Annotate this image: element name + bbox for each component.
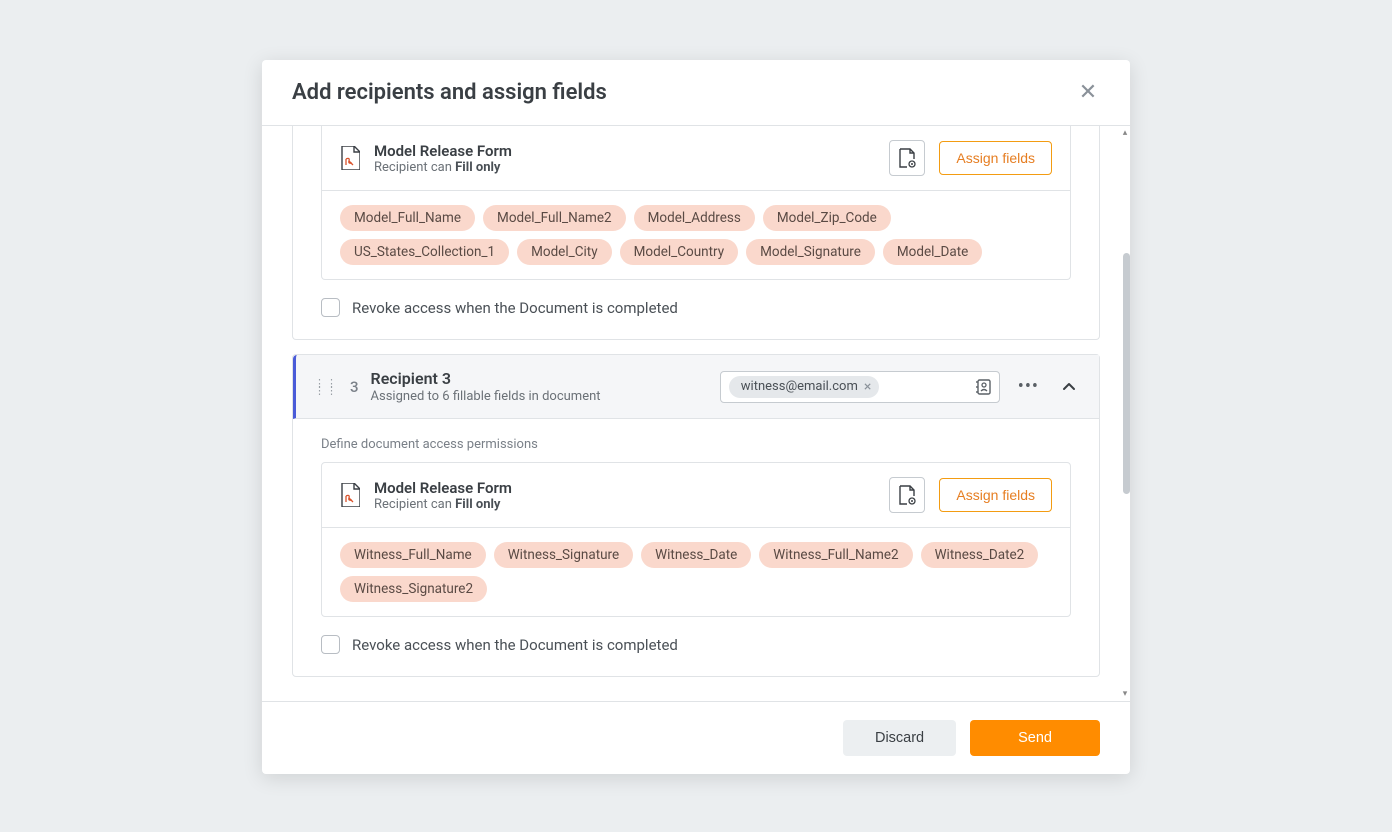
field-tags-row: Witness_Full_Name Witness_Signature Witn… xyxy=(322,527,1070,616)
document-title: Model Release Form xyxy=(374,142,875,160)
field-tag[interactable]: Witness_Date2 xyxy=(921,542,1039,568)
field-tag[interactable]: Model_Full_Name2 xyxy=(483,205,626,231)
preview-document-button[interactable] xyxy=(889,140,925,176)
scrollbar-thumb[interactable] xyxy=(1123,253,1130,495)
field-tag[interactable]: Model_Country xyxy=(620,239,739,265)
field-tag[interactable]: Model_Date xyxy=(883,239,982,265)
recipient-card: ⋮⋮⋮⋮ 3 Recipient 3 Assigned to 6 fillabl… xyxy=(292,354,1100,677)
recipient-card-body: Define document access permissions Model… xyxy=(293,419,1099,676)
field-tag[interactable]: US_States_Collection_1 xyxy=(340,239,509,265)
document-box: Model Release Form Recipient can Fill on… xyxy=(321,126,1071,280)
field-tags-row: Model_Full_Name Model_Full_Name2 Model_A… xyxy=(322,190,1070,279)
document-info: Model Release Form Recipient can Fill on… xyxy=(374,479,875,512)
field-tag[interactable]: Witness_Date xyxy=(641,542,751,568)
revoke-access-row: Revoke access when the Document is compl… xyxy=(321,635,1071,654)
collapse-button[interactable] xyxy=(1057,375,1081,399)
field-tag[interactable]: Model_Zip_Code xyxy=(763,205,891,231)
modal-dialog: Add recipients and assign fields ✕ ▴ ▾ xyxy=(262,60,1130,774)
modal-footer: Discard Send xyxy=(262,701,1130,774)
field-tag[interactable]: Model_Full_Name xyxy=(340,205,475,231)
email-input[interactable]: witness@email.com × xyxy=(720,371,1000,403)
document-subtitle: Recipient can Fill only xyxy=(374,497,875,512)
discard-button[interactable]: Discard xyxy=(843,720,956,756)
scroll-up-icon[interactable]: ▴ xyxy=(1120,128,1130,138)
chevron-up-icon xyxy=(1061,379,1077,395)
close-icon: ✕ xyxy=(1079,80,1097,105)
recipient-subtitle: Assigned to 6 fillable fields in documen… xyxy=(371,389,601,404)
more-icon: ••• xyxy=(1018,376,1039,397)
field-tag[interactable]: Witness_Full_Name2 xyxy=(759,542,912,568)
revoke-checkbox[interactable] xyxy=(321,635,340,654)
document-box: Model Release Form Recipient can Fill on… xyxy=(321,462,1071,617)
document-gear-icon xyxy=(899,148,916,168)
recipient-number: 3 xyxy=(350,378,359,396)
preview-document-button[interactable] xyxy=(889,477,925,513)
revoke-access-row: Revoke access when the Document is compl… xyxy=(321,298,1071,317)
document-header: Model Release Form Recipient can Fill on… xyxy=(322,463,1070,527)
revoke-checkbox[interactable] xyxy=(321,298,340,317)
close-button[interactable]: ✕ xyxy=(1076,81,1100,105)
remove-email-icon[interactable]: × xyxy=(864,379,871,395)
modal-header: Add recipients and assign fields ✕ xyxy=(262,60,1130,126)
address-book-icon[interactable] xyxy=(975,379,991,395)
field-tag[interactable]: Witness_Signature2 xyxy=(340,576,487,602)
recipient-info: Recipient 3 Assigned to 6 fillable field… xyxy=(371,369,601,404)
drag-handle-icon[interactable]: ⋮⋮⋮⋮ xyxy=(314,380,338,394)
field-tag[interactable]: Model_Address xyxy=(634,205,755,231)
assign-fields-button[interactable]: Assign fields xyxy=(939,478,1052,512)
recipient-card: Model Release Form Recipient can Fill on… xyxy=(292,126,1100,340)
assign-fields-button[interactable]: Assign fields xyxy=(939,141,1052,175)
field-tag[interactable]: Model_City xyxy=(517,239,612,265)
pdf-file-icon xyxy=(340,483,360,507)
field-tag[interactable]: Witness_Full_Name xyxy=(340,542,486,568)
document-header: Model Release Form Recipient can Fill on… xyxy=(322,126,1070,190)
more-options-button[interactable]: ••• xyxy=(1012,372,1045,401)
permissions-label: Define document access permissions xyxy=(321,437,1071,452)
revoke-label: Revoke access when the Document is compl… xyxy=(352,636,678,654)
modal-body[interactable]: ▴ ▾ Model Release Form Recipient xyxy=(262,126,1130,701)
modal-title: Add recipients and assign fields xyxy=(292,80,607,105)
scrollbar[interactable]: ▴ ▾ xyxy=(1122,126,1130,701)
document-info: Model Release Form Recipient can Fill on… xyxy=(374,142,875,175)
revoke-label: Revoke access when the Document is compl… xyxy=(352,299,678,317)
field-tag[interactable]: Model_Signature xyxy=(746,239,875,265)
document-title: Model Release Form xyxy=(374,479,875,497)
recipient-card-body: Model Release Form Recipient can Fill on… xyxy=(293,126,1099,339)
send-button[interactable]: Send xyxy=(970,720,1100,756)
document-subtitle: Recipient can Fill only xyxy=(374,160,875,175)
recipient-title: Recipient 3 xyxy=(371,369,601,388)
field-tag[interactable]: Witness_Signature xyxy=(494,542,633,568)
email-chip: witness@email.com × xyxy=(729,376,880,398)
scroll-down-icon[interactable]: ▾ xyxy=(1120,689,1130,699)
recipient-header: ⋮⋮⋮⋮ 3 Recipient 3 Assigned to 6 fillabl… xyxy=(293,355,1099,419)
document-gear-icon xyxy=(899,485,916,505)
pdf-file-icon xyxy=(340,146,360,170)
email-chip-text: witness@email.com xyxy=(741,379,858,394)
